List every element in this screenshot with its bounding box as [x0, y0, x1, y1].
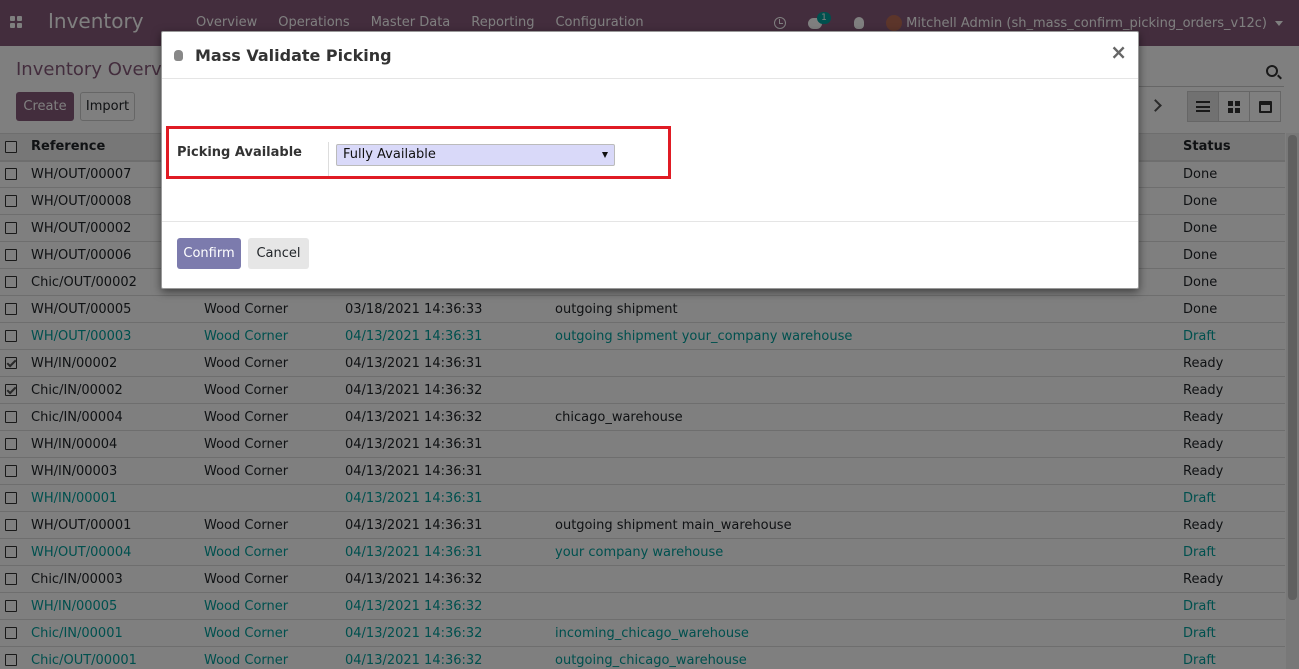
picking-available-value: Fully Available — [343, 147, 436, 162]
picking-available-select[interactable]: Fully Available — [336, 144, 615, 166]
dialog-footer: Confirm Cancel — [162, 221, 1138, 289]
close-icon[interactable]: × — [1110, 42, 1127, 62]
picking-available-label: Picking Available — [177, 145, 302, 160]
cancel-button[interactable]: Cancel — [248, 238, 309, 269]
chevron-down-icon — [602, 152, 608, 158]
dialog-title: Mass Validate Picking — [195, 46, 392, 65]
debug-bug-icon[interactable] — [174, 50, 183, 61]
confirm-button[interactable]: Confirm — [177, 238, 241, 269]
field-divider — [328, 142, 329, 176]
dialog-header: Mass Validate Picking × — [162, 32, 1138, 79]
mass-validate-dialog: Mass Validate Picking × Picking Availabl… — [161, 31, 1139, 289]
